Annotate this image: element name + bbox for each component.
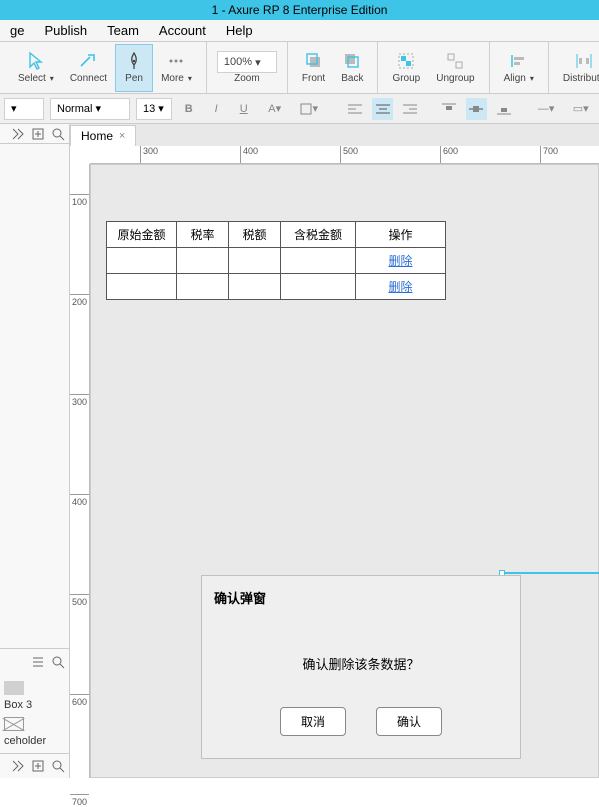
add-icon[interactable]	[31, 759, 45, 773]
list-icon[interactable]	[31, 655, 45, 669]
font-family-select[interactable]: ▾	[4, 98, 44, 120]
pen-tool[interactable]: Pen	[115, 44, 153, 92]
format-toolbar: ▾ Normal ▾ 13 ▾ B I U A▾ ▾ —▾ ▭▾	[0, 94, 599, 124]
col-total: 含税金额	[281, 222, 356, 248]
dialog-title: 确认弹窗	[202, 576, 520, 618]
col-action: 操作	[356, 222, 446, 248]
align-icon	[509, 51, 529, 71]
group-button[interactable]: Group	[384, 44, 428, 92]
confirm-dialog: 确认弹窗 确认删除该条数据？ 取消 确认	[201, 575, 521, 759]
app-title: 1 - Axure RP 8 Enterprise Edition	[212, 3, 388, 17]
front-icon	[304, 51, 324, 71]
line-style-button[interactable]: —▾	[532, 98, 561, 120]
align-button[interactable]: Align	[496, 44, 542, 92]
collapse-icon[interactable]	[11, 127, 25, 141]
menu-team[interactable]: Team	[97, 21, 149, 40]
add-page-icon[interactable]	[31, 127, 45, 141]
font-size-select[interactable]: 13 ▾	[136, 98, 172, 120]
page-tab-home[interactable]: Home ×	[70, 125, 136, 146]
canvas-area: Home × 300 400 500 600 700 100 200 300 4…	[70, 124, 599, 778]
widget-thumbnail[interactable]	[4, 681, 24, 695]
italic-button[interactable]: I	[205, 98, 226, 120]
horizontal-ruler: 300 400 500 600 700	[90, 146, 599, 164]
valign-top-button[interactable]	[438, 98, 459, 120]
text-color-button[interactable]: A▾	[260, 98, 289, 120]
menu-bar: ge Publish Team Account Help	[0, 20, 599, 42]
bucket-icon	[300, 103, 312, 115]
widget-label: Box 3	[4, 699, 65, 711]
delete-link[interactable]: 删除	[356, 248, 446, 274]
style-select[interactable]: Normal ▾	[50, 98, 130, 120]
align-center-button[interactable]	[372, 98, 393, 120]
placeholder-thumbnail[interactable]	[4, 717, 24, 731]
connect-tool[interactable]: Connect	[62, 44, 115, 92]
col-original: 原始金额	[107, 222, 177, 248]
data-table[interactable]: 原始金额 税率 税额 含税金额 操作 删除 删除	[106, 221, 446, 300]
search-icon[interactable]	[51, 655, 65, 669]
collapse-icon[interactable]	[11, 759, 25, 773]
dots-icon	[166, 51, 186, 71]
cancel-button[interactable]: 取消	[280, 707, 346, 736]
ungroup-button[interactable]: Ungroup	[428, 44, 482, 92]
valign-bottom-button[interactable]	[493, 98, 514, 120]
zoom-control[interactable]: 100% ▾ Zoom	[213, 44, 281, 92]
underline-button[interactable]: U	[233, 98, 254, 120]
fill-color-button[interactable]: ▾	[295, 98, 324, 120]
delete-link[interactable]: 删除	[356, 274, 446, 300]
distribute-icon	[574, 51, 594, 71]
front-button[interactable]: Front	[294, 44, 333, 92]
border-button[interactable]: ▭▾	[566, 98, 595, 120]
cursor-icon	[26, 51, 46, 71]
pen-icon	[124, 51, 144, 71]
col-tax: 税额	[229, 222, 281, 248]
vertical-ruler: 100 200 300 400 500 600 700	[70, 164, 90, 778]
menu-publish[interactable]: Publish	[34, 21, 97, 40]
dialog-message: 确认删除该条数据？	[202, 618, 520, 707]
align-left-button[interactable]	[344, 98, 365, 120]
menu-arrange[interactable]: ge	[0, 21, 34, 40]
ungroup-icon	[445, 51, 465, 71]
design-canvas[interactable]: 原始金额 税率 税额 含税金额 操作 删除 删除 确认弹窗 确认删除该条数据？ …	[90, 164, 599, 778]
menu-help[interactable]: Help	[216, 21, 263, 40]
distribute-button[interactable]: Distribute	[555, 44, 599, 92]
table-row: 删除	[107, 248, 446, 274]
table-row: 删除	[107, 274, 446, 300]
connect-icon	[78, 51, 98, 71]
close-icon[interactable]: ×	[119, 130, 125, 142]
search-icon[interactable]	[51, 759, 65, 773]
search-icon[interactable]	[51, 127, 65, 141]
menu-account[interactable]: Account	[149, 21, 216, 40]
title-bar: 1 - Axure RP 8 Enterprise Edition	[0, 0, 599, 20]
group-icon	[396, 51, 416, 71]
left-panel: Box 3 ceholder	[0, 124, 70, 778]
col-rate: 税率	[177, 222, 229, 248]
valign-middle-button[interactable]	[466, 98, 487, 120]
back-icon	[342, 51, 362, 71]
select-tool[interactable]: Select	[10, 44, 62, 92]
more-tool[interactable]: More	[153, 44, 200, 92]
widget-label: ceholder	[4, 735, 65, 747]
confirm-button[interactable]: 确认	[376, 707, 442, 736]
align-right-button[interactable]	[399, 98, 420, 120]
back-button[interactable]: Back	[333, 44, 371, 92]
table-header-row: 原始金额 税率 税额 含税金额 操作	[107, 222, 446, 248]
bold-button[interactable]: B	[178, 98, 199, 120]
selection-handle[interactable]	[501, 572, 599, 574]
main-toolbar: Select Connect Pen More 100% ▾ Zoom Fron…	[0, 42, 599, 94]
